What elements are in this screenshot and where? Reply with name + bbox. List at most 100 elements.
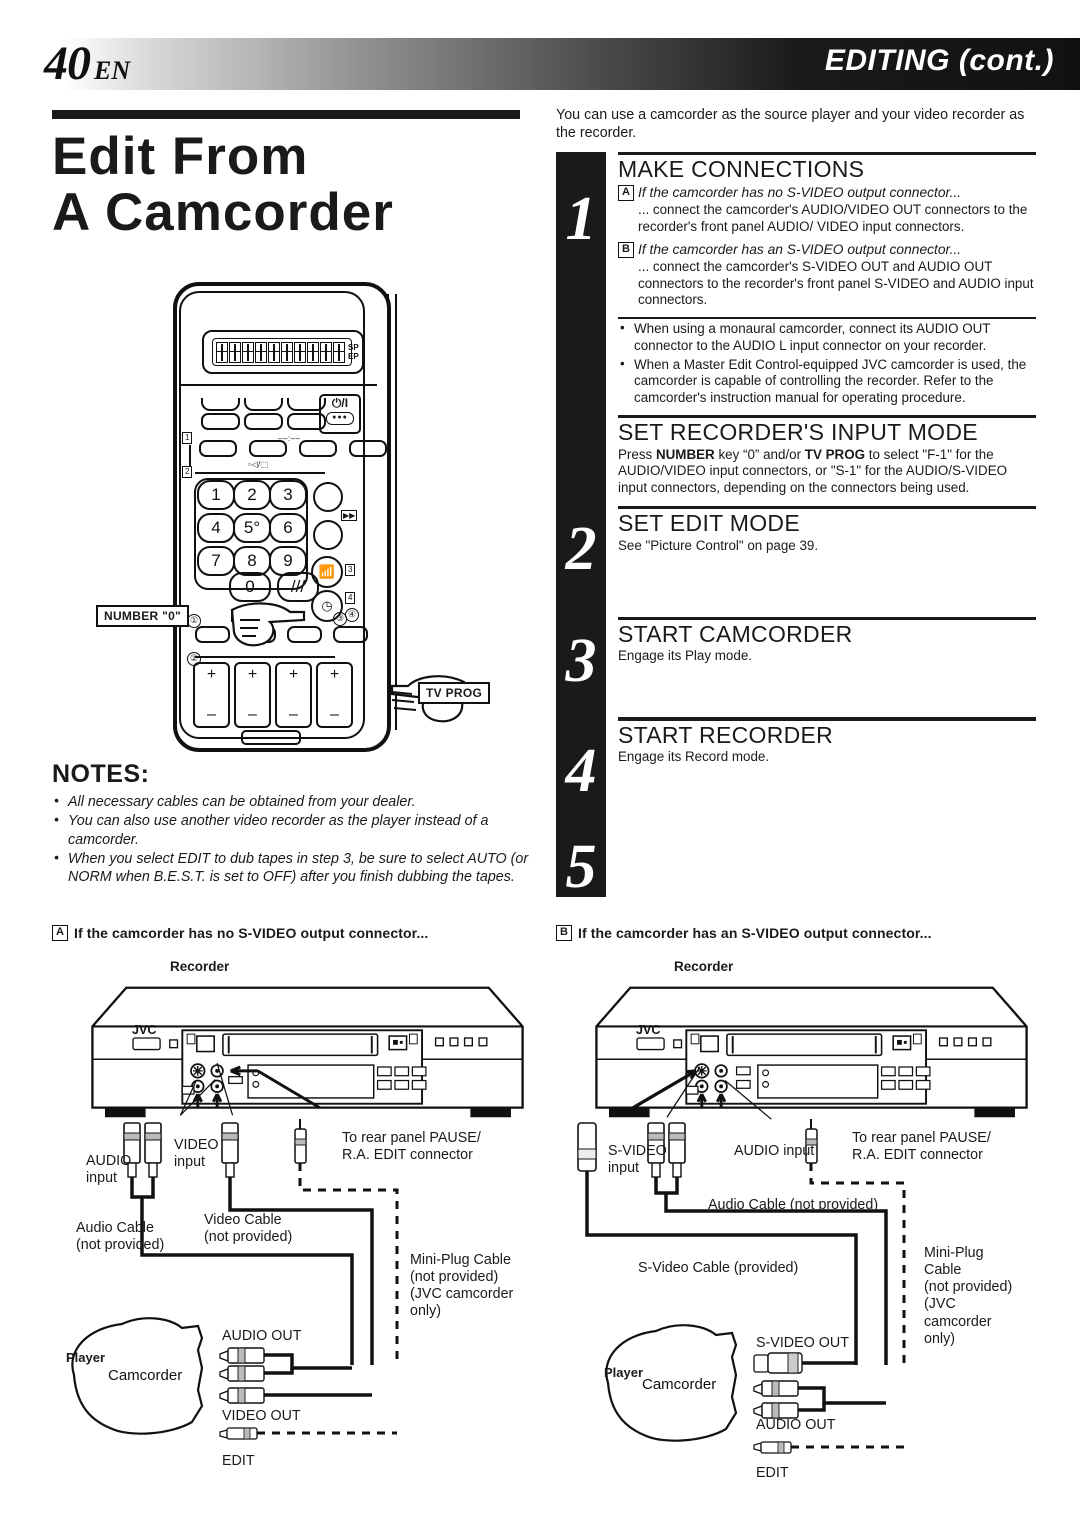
diagram-b-edit-label: EDIT <box>756 1465 789 1481</box>
diagram-a-camcorder-text: Camcorder <box>108 1367 182 1384</box>
remote-pm-button-1: + – <box>193 662 230 728</box>
diagram-b-vcr-illustration: JVC <box>595 986 1028 1120</box>
remote-power-button: ⏻/I ●●● <box>319 394 361 434</box>
option-a-text: If the camcorder has no S-VIDEO output c… <box>638 185 962 201</box>
diagram-a-audio-cable-label: Audio Cable (not provided) <box>76 1220 165 1254</box>
step-1-option-a-body: ... connect the camcorder's AUDIO/VIDEO … <box>638 201 1028 234</box>
diagram-b-badge: B <box>556 925 572 941</box>
diagram-a-badge: A <box>52 925 68 941</box>
diagram-a-audio-out-label: AUDIO OUT <box>222 1328 302 1344</box>
manual-page: 40 EN EDITING (cont.) Edit From A Camcord… <box>0 0 1080 1526</box>
step-1-option-b-body: ... connect the camcorder's S-VIDEO OUT … <box>638 258 1034 308</box>
remote-lcd-screen: SP EP <box>212 338 359 366</box>
diagram-b-caption: B If the camcorder has an S-VIDEO output… <box>556 925 1056 942</box>
remote-key-5: 5° <box>233 513 271 543</box>
connection-diagrams: A If the camcorder has no S-VIDEO output… <box>0 925 1080 1525</box>
step-2-body: Press NUMBER key “0” and/or TV PROG to s… <box>618 447 1036 497</box>
note-item: You can also use another video recorder … <box>52 811 537 849</box>
diagram-a-player-label: Player <box>66 1350 106 1365</box>
remote-lcd-bezel: SP EP <box>202 330 364 374</box>
notes-heading: NOTES: <box>52 760 150 788</box>
option-b-text: If the camcorder has an S-VIDEO output c… <box>638 242 962 258</box>
step-rule <box>618 717 1036 721</box>
option-b-badge: B <box>618 242 634 259</box>
minus-icon: – <box>289 706 298 723</box>
remote-small-button-3 <box>299 440 337 457</box>
remote-round-button-2 <box>313 520 343 550</box>
remote-callout-mark-4: 4 <box>345 592 356 604</box>
remote-side-edge <box>387 294 397 730</box>
lcd-ep-label: EP <box>348 352 359 361</box>
step-5-body: Engage its Record mode. <box>618 748 770 764</box>
notes-section: NOTES: All necessary cables can be obtai… <box>52 760 537 887</box>
step-3: SET EDIT MODE See "Picture Control" on p… <box>618 505 1036 617</box>
power-icon: ⏻/I <box>331 396 349 410</box>
step-rule <box>618 505 1036 510</box>
diagram-b-player-label: Player <box>604 1365 644 1380</box>
step-1-inner-rule <box>618 317 1036 320</box>
step-1-heading: MAKE CONNECTIONS <box>618 156 865 183</box>
remote-plus-minus-row: + – + – + – + – <box>193 662 353 728</box>
lcd-speed-indicator: SP EP <box>348 343 359 361</box>
remote-callout-mark-2: 2 <box>182 466 193 478</box>
remote-key-6: 6 <box>269 513 307 543</box>
step-4-body: Engage its Play mode. <box>618 648 752 664</box>
remote-key-1: 1 <box>197 480 235 510</box>
step-rule <box>618 616 1036 621</box>
power-dots-icon: ●●● <box>326 412 354 425</box>
note-item: When you select EDIT to dub tapes in ste… <box>52 849 537 887</box>
page-language-code: EN <box>94 56 131 85</box>
diagram-b-pause-edit-label: To rear panel PAUSE/ R.A. EDIT connector <box>852 1130 991 1164</box>
remote-divider-line <box>181 384 377 386</box>
diagram-a-audio-input-label: AUDIO input <box>86 1153 132 1187</box>
plus-icon: + <box>288 666 299 683</box>
step-4-heading: START CAMCORDER <box>618 621 853 648</box>
remote-key-4: 4 <box>197 513 235 543</box>
step-number-3: 3 <box>565 626 597 695</box>
remote-second-button-row <box>199 440 387 457</box>
remote-callout-leader-1 <box>189 445 191 467</box>
remote-small-button-2 <box>249 440 287 457</box>
diagram-a-vcr-illustration: JVC <box>91 986 524 1118</box>
step-2-mid: key “0” and/or <box>714 446 805 462</box>
step-1-bullet: When using a monaural camcorder, connect… <box>618 320 1036 355</box>
right-column: You can use a camcorder as the source pl… <box>556 106 1036 898</box>
diagram-a-recorder-label: Recorder <box>170 959 230 974</box>
pointer-hand-number-zero <box>230 602 306 647</box>
step-1-option-b: B If the camcorder has an S-VIDEO output… <box>618 241 1036 259</box>
step-2: SET RECORDER'S INPUT MODE Press NUMBER k… <box>618 414 1036 506</box>
remote-volume-label: ▫◁/⬚ <box>248 460 269 469</box>
plus-icon: + <box>247 666 258 683</box>
remote-small-button-1 <box>199 440 237 457</box>
lcd-segment-digits <box>216 341 345 363</box>
diagram-b-audio-out-label: AUDIO OUT <box>756 1417 836 1433</box>
remote-callout-mark-1: 1 <box>182 432 193 444</box>
remote-bottom-button <box>241 730 301 745</box>
diagram-a-video-out-label: VIDEO OUT <box>222 1408 301 1424</box>
diagram-a-caption-text: If the camcorder has no S-VIDEO output c… <box>74 925 429 941</box>
diagram-b: B If the camcorder has an S-VIDEO output… <box>556 925 1056 1525</box>
diagram-b-caption-text: If the camcorder has an S-VIDEO output c… <box>578 925 932 941</box>
step-rule <box>618 414 1036 419</box>
fast-forward-icon: ▶▶ <box>341 510 358 521</box>
svg-text:JVC: JVC <box>636 1023 660 1037</box>
remote-top-button-1 <box>201 398 240 430</box>
remote-round-button-1 <box>313 482 343 512</box>
page-title-line2: A Camcorder <box>52 183 394 243</box>
minus-icon: – <box>330 706 339 723</box>
diagram-a-camcorder-illustration: Camcorder <box>71 1317 397 1440</box>
diagram-b-audio-input-label: AUDIO input <box>734 1143 815 1159</box>
remote-top-button-3 <box>287 398 326 430</box>
diagram-a-caption: A If the camcorder has no S-VIDEO output… <box>52 925 552 942</box>
step-2-tv-prog-key: TV PROG <box>804 446 866 462</box>
intro-paragraph: You can use a camcorder as the source pl… <box>556 107 1025 142</box>
step-3-heading: SET EDIT MODE <box>618 510 800 537</box>
plus-icon: + <box>329 666 340 683</box>
diagram-b-recorder-label: Recorder <box>674 959 734 974</box>
steps-body: MAKE CONNECTIONS A If the camcorder has … <box>618 151 1036 766</box>
notes-list: All necessary cables can be obtained fro… <box>52 792 537 887</box>
remote-small-button-5 <box>195 626 230 643</box>
step-number-2: 2 <box>565 514 597 583</box>
step-number-1: 1 <box>565 184 597 253</box>
remote-key-3: 3 <box>269 480 307 510</box>
